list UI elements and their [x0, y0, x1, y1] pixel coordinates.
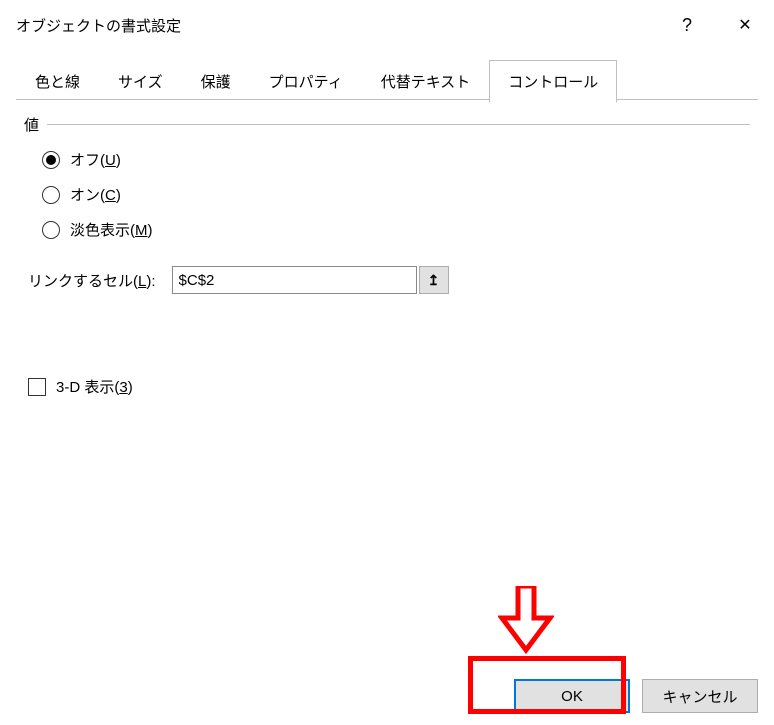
tab-protection[interactable]: 保護	[182, 60, 250, 103]
range-picker-button[interactable]: ↥	[419, 266, 449, 294]
checkbox-icon	[28, 378, 46, 396]
dialog-title: オブジェクトの書式設定	[16, 15, 658, 36]
cancel-button[interactable]: キャンセル	[642, 679, 758, 713]
3d-shading-label: 3-D 表示(3)	[56, 376, 133, 397]
cell-link-input[interactable]	[172, 266, 417, 294]
ok-button[interactable]: OK	[514, 679, 630, 713]
tab-properties[interactable]: プロパティ	[250, 60, 362, 103]
radio-icon	[42, 186, 60, 204]
close-button[interactable]: ✕	[716, 0, 774, 50]
radio-icon	[42, 221, 60, 239]
tab-bar: 色と線 サイズ 保護 プロパティ 代替テキスト コントロール	[16, 60, 774, 103]
help-button[interactable]: ?	[658, 0, 716, 50]
value-group-label: 値	[24, 114, 750, 135]
tab-color-line[interactable]: 色と線	[16, 60, 99, 103]
radio-off-label: オフ(U)	[70, 149, 121, 170]
radio-on-label: オン(C)	[70, 184, 121, 205]
tab-alt-text[interactable]: 代替テキスト	[362, 60, 490, 103]
cell-link-label: リンクするセル(L):	[28, 270, 156, 291]
radio-icon	[42, 151, 60, 169]
radio-on[interactable]: オン(C)	[42, 184, 750, 205]
radio-mixed[interactable]: 淡色表示(M)	[42, 219, 750, 240]
radio-mixed-label: 淡色表示(M)	[70, 219, 153, 240]
radio-off[interactable]: オフ(U)	[42, 149, 750, 170]
tab-size[interactable]: サイズ	[99, 60, 182, 103]
3d-shading-checkbox[interactable]: 3-D 表示(3)	[28, 376, 750, 397]
tab-control[interactable]: コントロール	[489, 60, 617, 103]
